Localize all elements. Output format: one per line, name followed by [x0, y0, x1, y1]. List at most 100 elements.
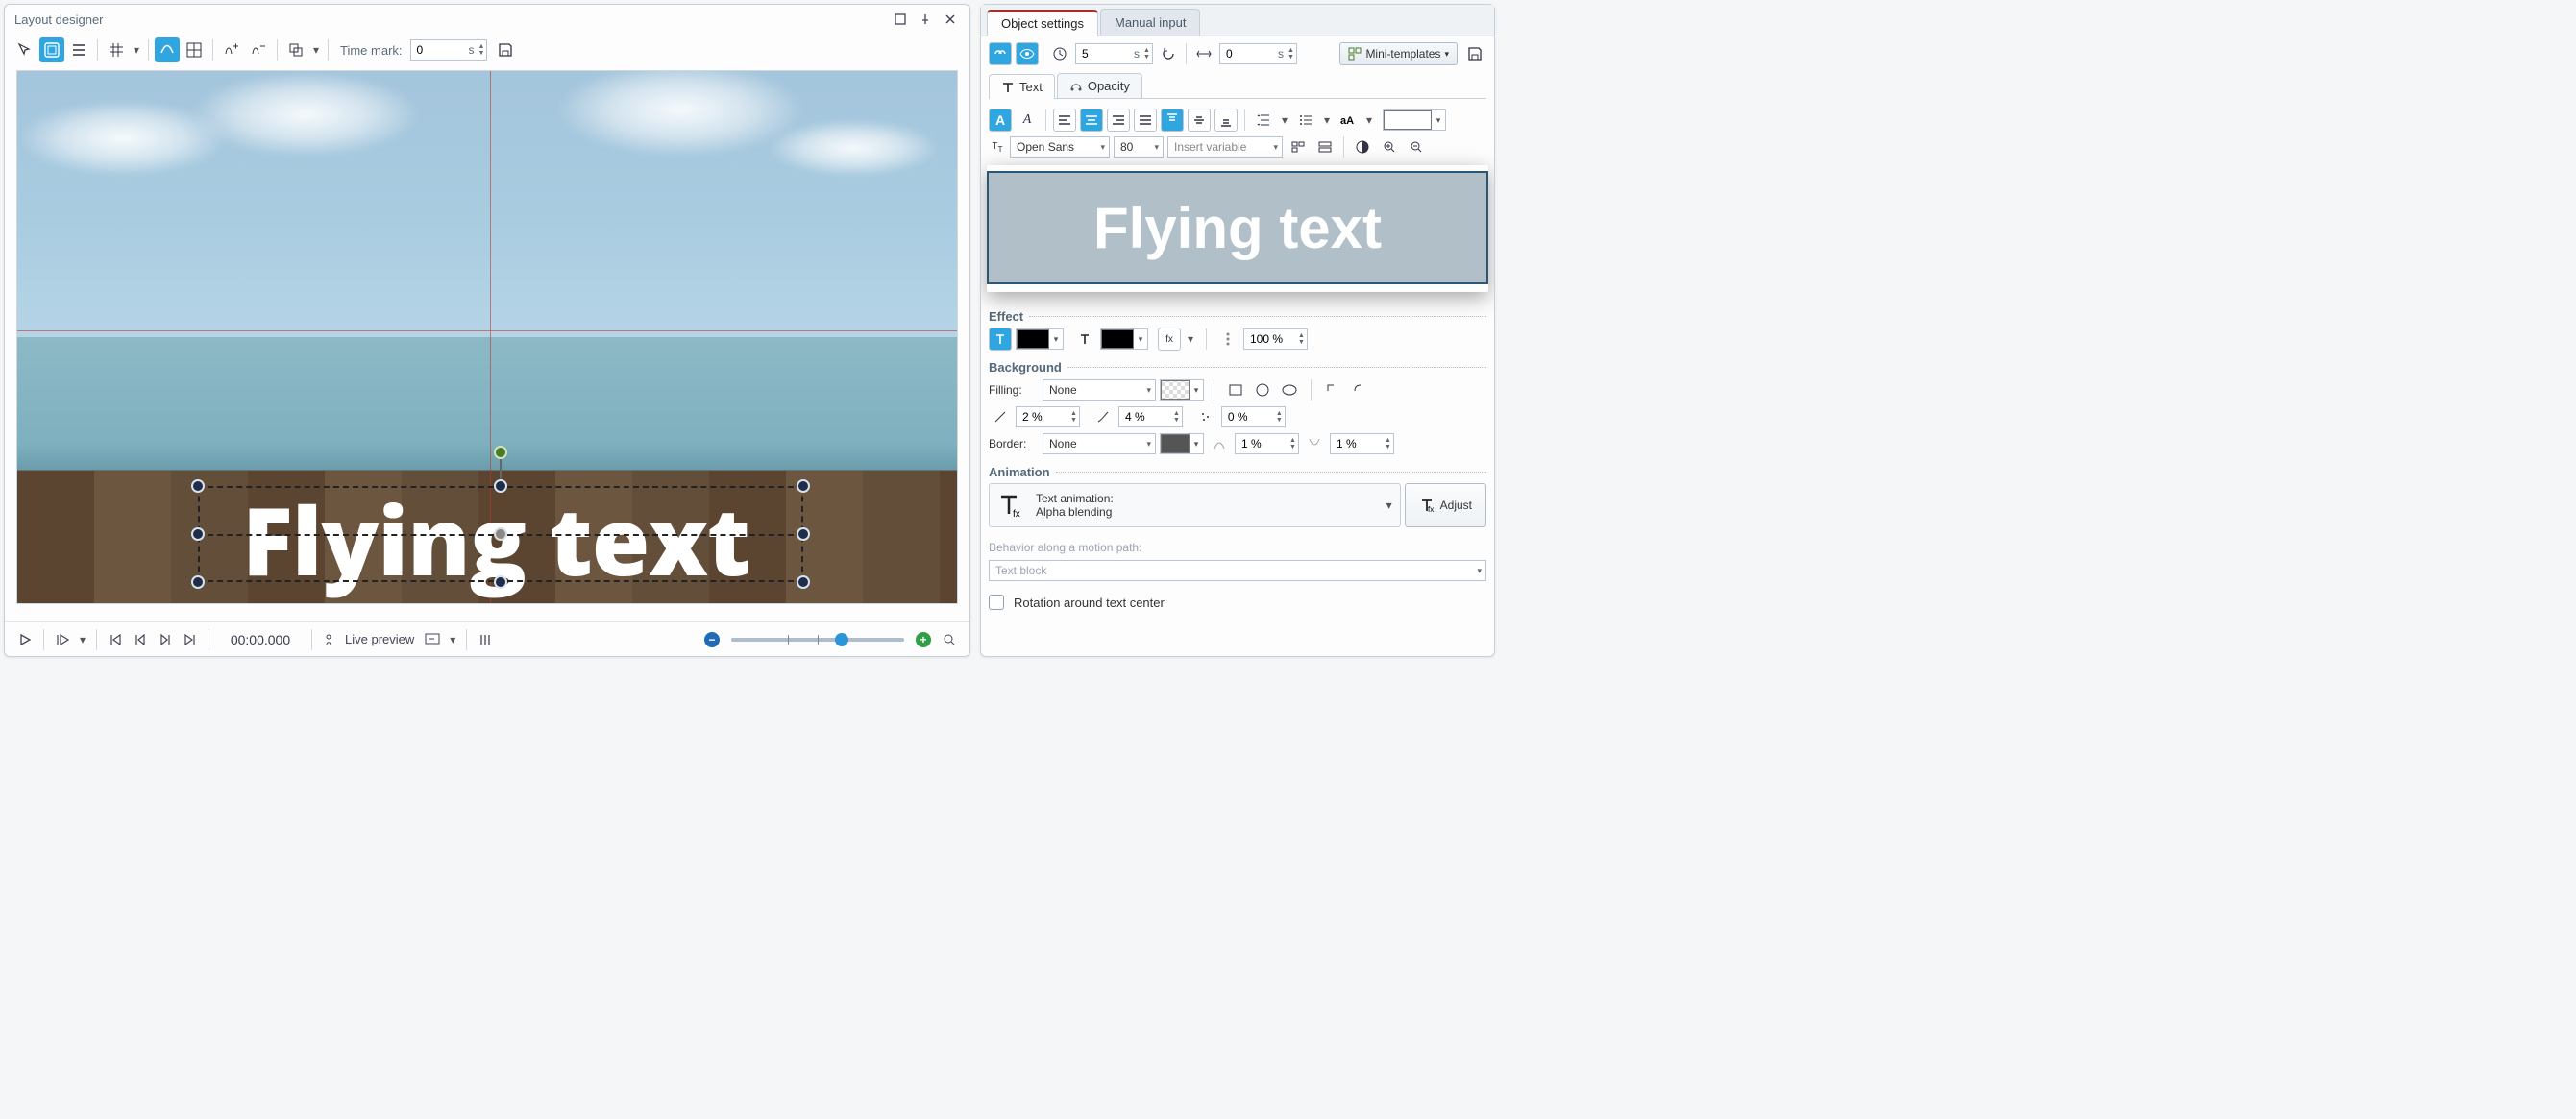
- align-left-icon[interactable]: [1053, 109, 1076, 132]
- resize-handle[interactable]: [494, 575, 507, 589]
- opacity-input[interactable]: ▲▼: [1243, 328, 1308, 350]
- play-from-icon[interactable]: [52, 629, 73, 650]
- rows-icon[interactable]: [1313, 135, 1337, 158]
- resize-handle[interactable]: [797, 479, 810, 493]
- design-canvas[interactable]: Flying text: [16, 70, 958, 604]
- text-fx-outline-icon[interactable]: [1073, 328, 1096, 351]
- align-justify-icon[interactable]: [1134, 109, 1157, 132]
- resize-handle[interactable]: [494, 479, 507, 493]
- live-preview-icon[interactable]: [320, 629, 341, 650]
- text-fx-fill-icon[interactable]: [989, 328, 1012, 351]
- preview-monitor-icon[interactable]: [422, 629, 443, 650]
- resize-handle[interactable]: [191, 479, 205, 493]
- visible-icon[interactable]: [1016, 42, 1039, 65]
- shape-ellipse-icon[interactable]: [1278, 378, 1301, 401]
- z-order-icon[interactable]: [283, 37, 308, 62]
- italic-icon[interactable]: A: [1016, 109, 1039, 132]
- align-tool-icon[interactable]: [66, 37, 91, 62]
- valign-top-icon[interactable]: [1161, 109, 1184, 132]
- resize-handle[interactable]: [797, 575, 810, 589]
- rotation-handle[interactable]: [494, 446, 507, 459]
- safe-area-icon[interactable]: [39, 37, 64, 62]
- round-corner-icon[interactable]: [1348, 378, 1371, 401]
- valign-middle-icon[interactable]: [1188, 109, 1211, 132]
- border-color-swatch[interactable]: ▾: [1160, 433, 1204, 454]
- text-fill-icon[interactable]: A: [989, 109, 1012, 132]
- font-family-select[interactable]: Open Sans: [1010, 136, 1110, 158]
- filling-select[interactable]: None: [1043, 379, 1156, 401]
- time-mark-input[interactable]: s ▲▼: [410, 39, 488, 61]
- zoom-slider[interactable]: [731, 638, 904, 642]
- shape-circle-icon[interactable]: [1251, 378, 1274, 401]
- spinner-arrows-icon[interactable]: ▲▼: [1288, 47, 1294, 61]
- zoom-in-icon[interactable]: +: [916, 632, 931, 647]
- pin-button[interactable]: [914, 10, 937, 29]
- adjust-button[interactable]: fx Adjust: [1405, 483, 1486, 527]
- line-spacing-icon[interactable]: [1252, 109, 1275, 132]
- duration-input[interactable]: s ▲▼: [1075, 43, 1153, 64]
- columns-icon[interactable]: [475, 629, 496, 650]
- rotation-checkbox[interactable]: [989, 595, 1004, 610]
- fill-color-swatch[interactable]: ▾: [1016, 328, 1064, 350]
- tab-manual-input[interactable]: Manual input: [1100, 9, 1200, 36]
- contrast-icon[interactable]: [1351, 135, 1374, 158]
- keyframe-remove-icon[interactable]: [246, 37, 271, 62]
- offset-value[interactable]: [1226, 47, 1274, 61]
- text-color-swatch[interactable]: ▾: [1383, 109, 1446, 131]
- fx-preset-icon[interactable]: fx: [1158, 328, 1181, 351]
- filling-color-swatch[interactable]: ▾: [1160, 379, 1204, 401]
- resize-handle[interactable]: [797, 527, 810, 541]
- text-case-icon[interactable]: aA: [1337, 109, 1360, 132]
- maximize-button[interactable]: [889, 10, 912, 29]
- valign-bottom-icon[interactable]: [1214, 109, 1238, 132]
- resize-handle[interactable]: [191, 575, 205, 589]
- font-size-select[interactable]: 80: [1114, 136, 1164, 158]
- next-frame-icon[interactable]: [155, 629, 176, 650]
- tab-opacity[interactable]: Opacity: [1057, 73, 1142, 98]
- shape-rect-icon[interactable]: [1224, 378, 1247, 401]
- align-center-icon[interactable]: [1080, 109, 1103, 132]
- grid-icon[interactable]: [104, 37, 129, 62]
- tab-text[interactable]: Text: [989, 74, 1055, 99]
- play-options-dropdown-icon[interactable]: ▾: [77, 633, 88, 646]
- z-order-dropdown-icon[interactable]: ▾: [310, 43, 322, 57]
- list-dropdown-icon[interactable]: ▾: [1321, 113, 1333, 127]
- snap-icon[interactable]: [155, 37, 180, 62]
- zoom-slider-thumb[interactable]: [835, 633, 848, 646]
- corner-icon[interactable]: [1321, 378, 1344, 401]
- selection-box[interactable]: [198, 486, 803, 582]
- center-handle[interactable]: [494, 527, 507, 541]
- spinner-arrows-icon[interactable]: ▲▼: [1143, 47, 1150, 61]
- play-icon[interactable]: [14, 629, 36, 650]
- animation-select[interactable]: fx Text animation: Alpha blending ▾: [989, 483, 1401, 527]
- fx-dropdown-icon[interactable]: ▾: [1185, 332, 1196, 346]
- line-spacing-dropdown-icon[interactable]: ▾: [1279, 113, 1290, 127]
- animation-dropdown-icon[interactable]: ▾: [1386, 499, 1392, 512]
- grid-dropdown-icon[interactable]: ▾: [131, 43, 142, 57]
- spinner-arrows-icon[interactable]: ▲▼: [1298, 332, 1305, 346]
- save-icon[interactable]: [1463, 42, 1486, 65]
- list-icon[interactable]: [1294, 109, 1317, 132]
- cols-icon[interactable]: [1287, 135, 1310, 158]
- keyframe-add-icon[interactable]: [219, 37, 244, 62]
- zoom-out-tool-icon[interactable]: [1405, 135, 1428, 158]
- zoom-in-tool-icon[interactable]: [1378, 135, 1401, 158]
- tab-object-settings[interactable]: Object settings: [987, 10, 1098, 36]
- goto-end-icon[interactable]: [180, 629, 201, 650]
- insert-variable-select[interactable]: Insert variable: [1167, 136, 1283, 158]
- preview-dropdown-icon[interactable]: ▾: [447, 633, 458, 646]
- refresh-icon[interactable]: [1157, 42, 1180, 65]
- outline-color-swatch[interactable]: ▾: [1100, 328, 1148, 350]
- duration-value[interactable]: [1082, 47, 1130, 61]
- selection-tool-icon[interactable]: [12, 37, 37, 62]
- zoom-out-icon[interactable]: −: [704, 632, 720, 647]
- opacity-value[interactable]: [1250, 332, 1298, 346]
- prev-frame-icon[interactable]: [130, 629, 151, 650]
- layout-grid-icon[interactable]: [182, 37, 207, 62]
- mini-templates-button[interactable]: Mini-templates ▾: [1339, 42, 1458, 65]
- link-icon[interactable]: [989, 42, 1012, 65]
- goto-start-icon[interactable]: [105, 629, 126, 650]
- close-button[interactable]: [939, 10, 962, 29]
- spinner-arrows-icon[interactable]: ▲▼: [478, 43, 485, 57]
- fit-icon[interactable]: [939, 629, 960, 650]
